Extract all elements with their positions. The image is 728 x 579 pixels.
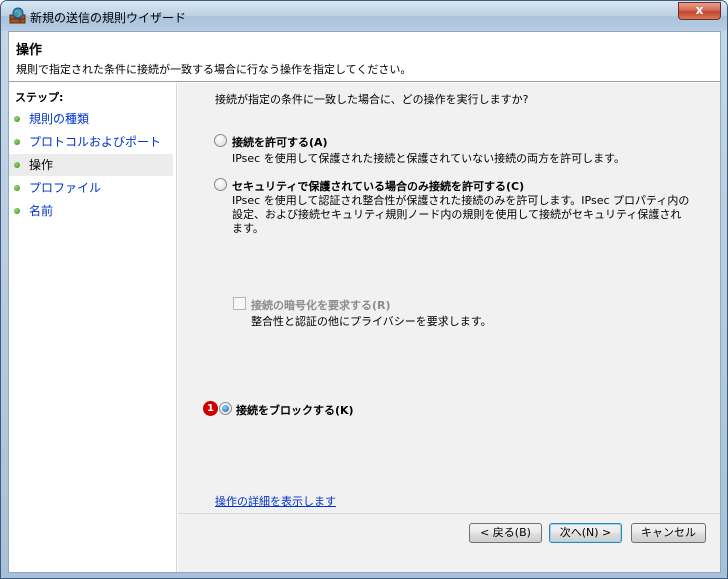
page-title: 操作	[16, 43, 43, 58]
sidebar-item-label: プロファイル	[29, 181, 102, 195]
firewall-app-icon	[9, 7, 26, 24]
allow-connection-description: IPsec を使用して保護された接続と保護されていない接続の両方を許可します。	[232, 152, 625, 165]
sidebar-item-label: 規則の種類	[29, 112, 90, 126]
action-question: 接続が指定の条件に一致した場合に、どの操作を実行しますか?	[215, 93, 529, 106]
allow-secure-radio[interactable]	[214, 178, 227, 191]
step-bullet-icon	[14, 208, 20, 214]
wizard-window: 新規の送信の規則ウイザード x 操作 規則で指定された条件に接続が一致する場合に…	[0, 0, 728, 579]
steps-heading: ステップ:	[15, 91, 64, 104]
sidebar-item-label: 名前	[29, 204, 54, 218]
title-bar[interactable]: 新規の送信の規則ウイザード x	[1, 1, 727, 31]
allow-connection-label[interactable]: 接続を許可する(A)	[232, 134, 328, 150]
sidebar-item-action[interactable]: 操作	[9, 154, 173, 176]
window-title: 新規の送信の規則ウイザード	[30, 11, 187, 25]
allow-connection-radio[interactable]	[214, 134, 227, 147]
sidebar-item-protocol-port[interactable]: プロトコルおよびポート	[9, 131, 173, 153]
allow-secure-label[interactable]: セキュリティで保護されている場合のみ接続を許可する(C)	[232, 178, 524, 194]
annotation-marker: 1	[203, 401, 218, 416]
sidebar-item-profile[interactable]: プロファイル	[9, 177, 173, 199]
page-description: 規則で指定された条件に接続が一致する場合に行なう操作を指定してください。	[16, 63, 412, 76]
action-panel: 接続が指定の条件に一致した場合に、どの操作を実行しますか? 接続を許可する(A)…	[178, 83, 720, 513]
sidebar-item-label: プロトコルおよびポート	[29, 135, 162, 149]
step-bullet-icon	[14, 116, 20, 122]
allow-secure-description: IPsec を使用して認証され整合性が保護された接続のみを許可します。IPsec…	[232, 194, 690, 235]
sidebar-item-label: 操作	[29, 158, 54, 172]
block-connection-radio[interactable]	[219, 402, 232, 415]
require-encryption-description: 整合性と認証の他にプライバシーを要求します。	[251, 315, 492, 328]
step-bullet-icon	[14, 139, 20, 145]
back-button[interactable]: < 戻る(B)	[469, 523, 542, 543]
sidebar-item-rule-type[interactable]: 規則の種類	[9, 108, 173, 130]
require-encryption-label[interactable]: 接続の暗号化を要求する(R)	[251, 297, 391, 313]
block-connection-label[interactable]: 接続をブロックする(K)	[236, 402, 354, 418]
step-bullet-icon	[14, 185, 20, 191]
action-details-link[interactable]: 操作の詳細を表示します	[215, 493, 336, 509]
step-bullet-icon	[14, 162, 20, 168]
sidebar-item-name[interactable]: 名前	[9, 200, 173, 222]
cancel-button[interactable]: キャンセル	[631, 523, 706, 543]
close-button[interactable]: x	[678, 2, 721, 20]
client-area: 操作 規則で指定された条件に接続が一致する場合に行なう操作を指定してください。 …	[8, 31, 721, 573]
require-encryption-checkbox[interactable]	[233, 297, 246, 310]
button-bar: < 戻る(B) 次へ(N) > キャンセル	[178, 513, 720, 572]
page-header: 操作 規則で指定された条件に接続が一致する場合に行なう操作を指定してください。	[9, 32, 720, 82]
steps-sidebar: ステップ: 規則の種類 プロトコルおよびポート 操作 プロファイル 名前	[9, 83, 177, 572]
next-button[interactable]: 次へ(N) >	[549, 523, 622, 543]
